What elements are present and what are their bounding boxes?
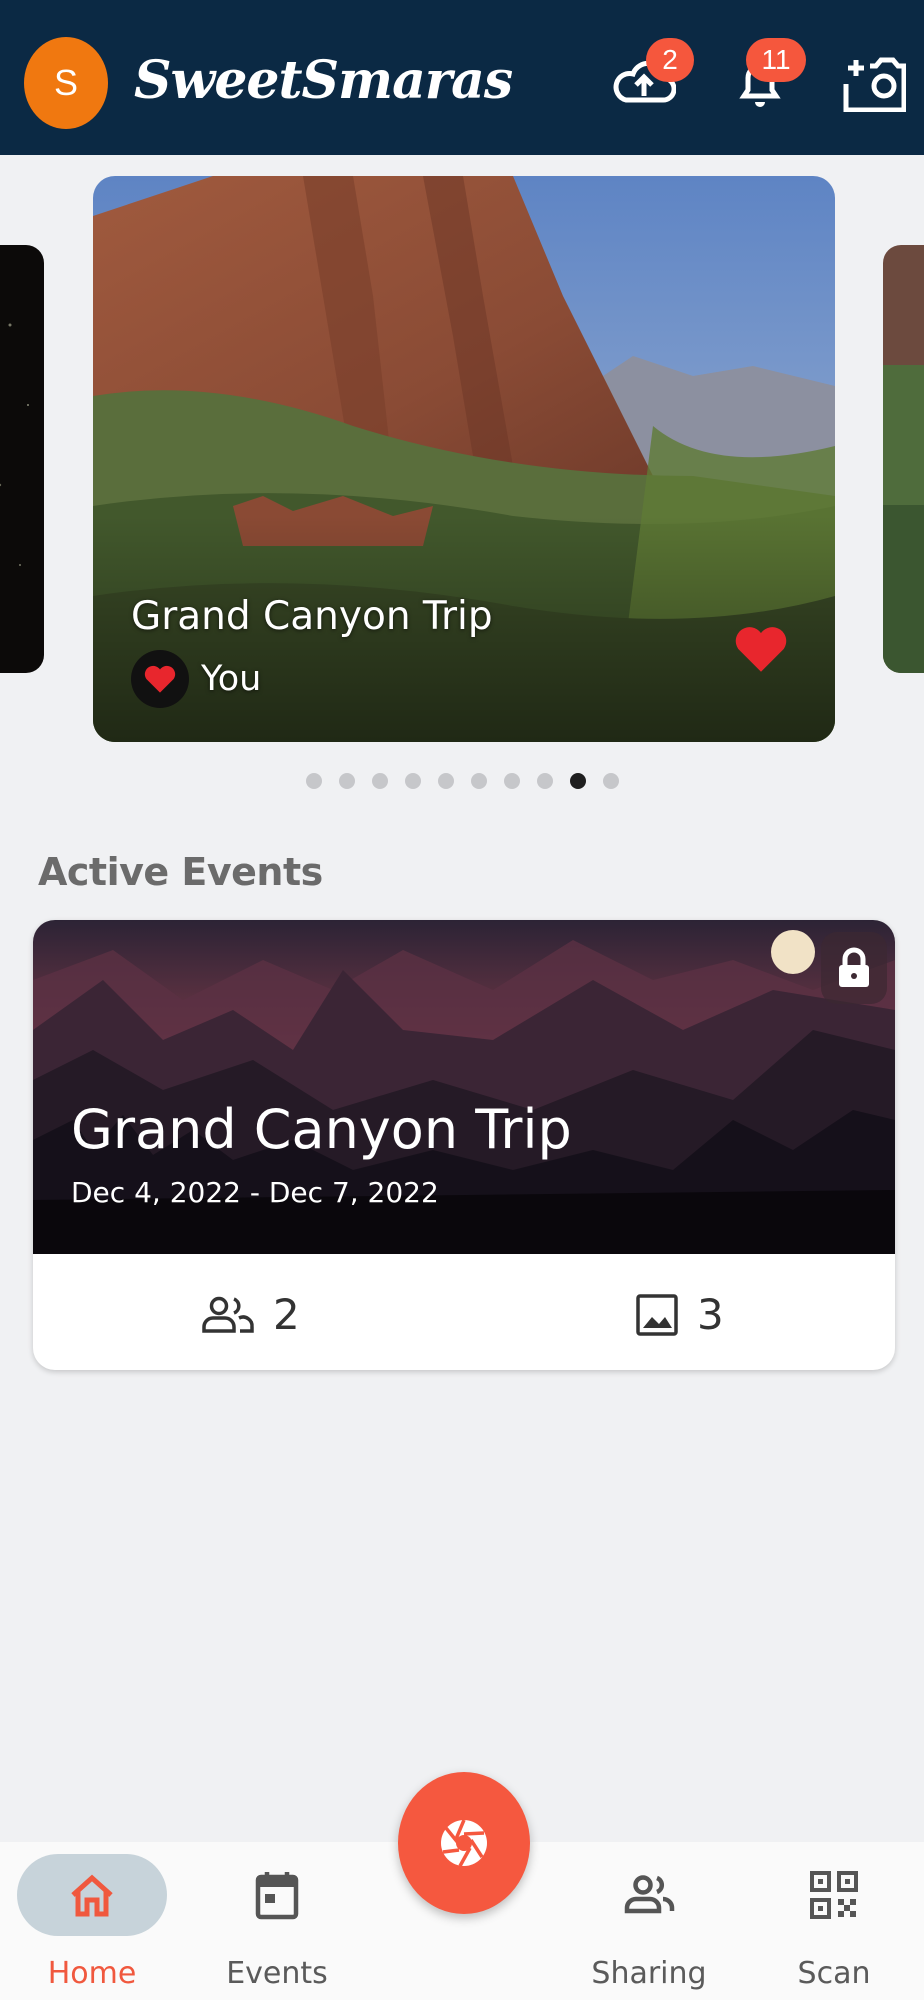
carousel-dot[interactable] xyxy=(405,773,421,789)
calendar-icon xyxy=(202,1854,352,1936)
event-photos-count: 3 xyxy=(697,1290,724,1339)
carousel-dot[interactable] xyxy=(306,773,322,789)
carousel-card[interactable]: Grand Canyon Trip You xyxy=(93,176,835,742)
event-banner: Grand Canyon Trip Dec 4, 2022 - Dec 7, 2… xyxy=(33,920,895,1254)
carousel-dot[interactable] xyxy=(372,773,388,789)
private-event-button[interactable] xyxy=(821,932,887,1004)
nav-scan-label: Scan xyxy=(797,1956,871,1991)
shutter-icon xyxy=(441,1819,487,1867)
camera-shutter-button[interactable] xyxy=(398,1772,530,1914)
favorite-heart-icon[interactable] xyxy=(733,624,789,674)
nav-events[interactable]: Events xyxy=(202,1854,352,1991)
avatar[interactable]: S xyxy=(24,37,108,129)
event-members-count: 2 xyxy=(273,1290,300,1339)
carousel-dot[interactable] xyxy=(339,773,355,789)
nav-scan[interactable]: Scan xyxy=(759,1854,909,1991)
memory-title: Grand Canyon Trip xyxy=(131,594,493,639)
carousel-dot[interactable] xyxy=(603,773,619,789)
nav-sharing-label: Sharing xyxy=(591,1956,707,1991)
landscape-photo xyxy=(883,245,924,673)
group-icon xyxy=(574,1854,724,1936)
lock-icon xyxy=(839,947,869,987)
notification-count-badge: 11 xyxy=(746,38,806,82)
qr-code-icon xyxy=(759,1854,909,1936)
nav-home-label: Home xyxy=(47,1956,137,1991)
event-dates: Dec 4, 2022 - Dec 7, 2022 xyxy=(71,1176,439,1209)
upload-count-badge: 2 xyxy=(646,38,694,82)
nav-events-label: Events xyxy=(226,1956,328,1991)
nav-sharing[interactable]: Sharing xyxy=(574,1854,724,1991)
carousel-card-next[interactable] xyxy=(883,245,924,673)
app-brand: SweetSmaras xyxy=(134,50,513,111)
nav-home[interactable]: Home xyxy=(17,1854,167,1991)
night-sky-photo xyxy=(0,245,44,673)
event-photos-stat[interactable]: 3 xyxy=(635,1290,724,1339)
carousel-card-previous[interactable] xyxy=(0,245,44,673)
user-heart-icon xyxy=(131,650,189,708)
memory-liked-by: You xyxy=(131,650,261,708)
carousel-dot[interactable] xyxy=(471,773,487,789)
carousel-dot[interactable] xyxy=(504,773,520,789)
home-icon xyxy=(17,1854,167,1936)
carousel-dot[interactable] xyxy=(570,773,586,789)
active-events-heading: Active Events xyxy=(38,850,323,894)
carousel-pager xyxy=(306,773,619,789)
add-photo-icon xyxy=(843,57,907,113)
event-title: Grand Canyon Trip xyxy=(71,1098,572,1161)
image-icon xyxy=(636,1293,678,1336)
app-header: S SweetSmaras 2 11 xyxy=(0,0,924,155)
people-icon xyxy=(202,1296,254,1333)
event-card[interactable]: Grand Canyon Trip Dec 4, 2022 - Dec 7, 2… xyxy=(33,920,895,1370)
add-photo-button[interactable] xyxy=(840,54,907,113)
carousel-dot[interactable] xyxy=(438,773,454,789)
carousel-dot[interactable] xyxy=(537,773,553,789)
event-members-stat[interactable]: 2 xyxy=(201,1290,300,1339)
liked-by-user: You xyxy=(201,659,262,699)
